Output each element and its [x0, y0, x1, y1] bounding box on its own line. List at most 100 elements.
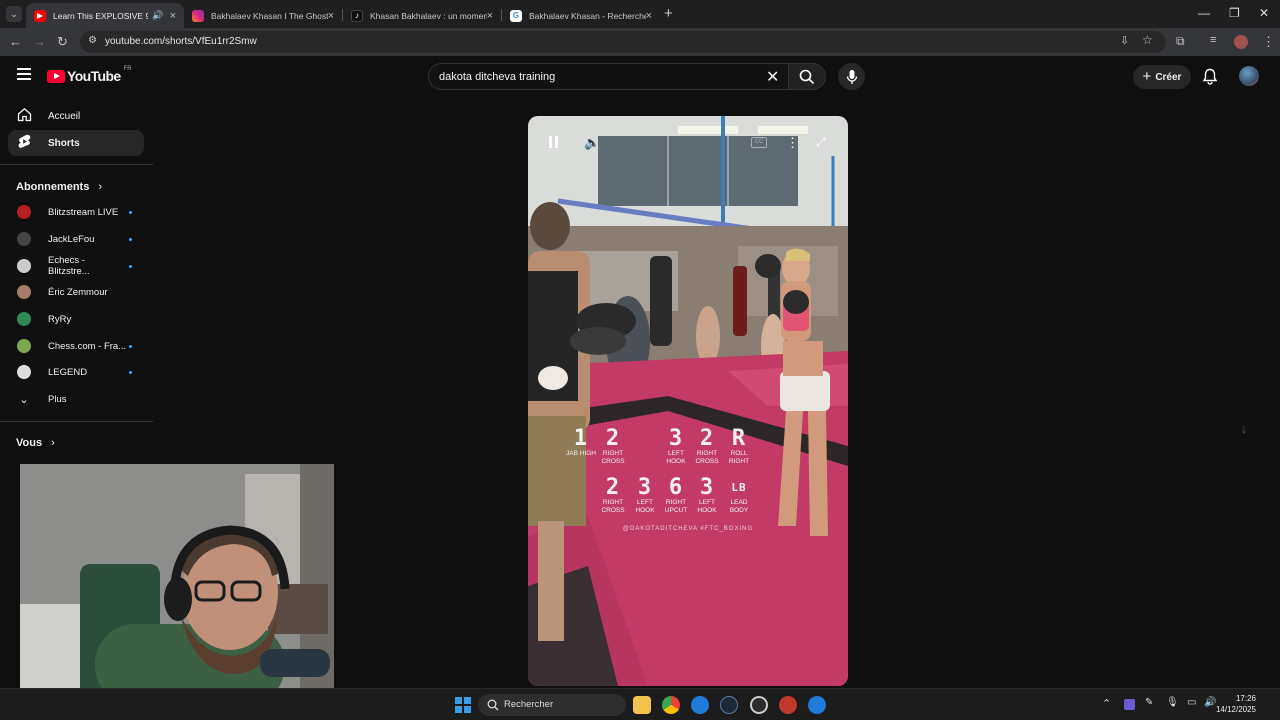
- sidebar-subscription-item[interactable]: Blitzstream LIVE: [8, 200, 144, 224]
- hamburger-menu-icon[interactable]: [17, 68, 31, 80]
- close-window-icon[interactable]: ✕: [1259, 6, 1269, 20]
- taskbar-search-label: Rechercher: [504, 699, 554, 710]
- sidebar-item-shorts[interactable]: Shorts: [8, 130, 144, 156]
- sidebar-more-button[interactable]: ⌄ Plus: [8, 387, 144, 411]
- media-controls-icon[interactable]: ≡: [1210, 34, 1216, 46]
- steam-icon[interactable]: [720, 696, 738, 714]
- new-content-dot: [129, 264, 132, 268]
- channel-name: Chess.com - Fra...: [48, 340, 127, 352]
- chrome-icon[interactable]: [662, 696, 680, 714]
- browser-tab-3[interactable]: G Bakhalaev Khasan - Recherche ×: [502, 3, 660, 28]
- combo-item: 2 Right Cross: [690, 428, 724, 465]
- browser-menu-icon[interactable]: ⋮: [1262, 34, 1275, 50]
- network-icon[interactable]: ▭: [1187, 697, 1196, 708]
- browser-tab-0[interactable]: ▶ Learn This EXPLOSIVE 9-Pu 🔊 ×: [26, 3, 184, 28]
- speaker-tray-icon[interactable]: 🔊: [1204, 697, 1216, 708]
- sidebar-subscription-item[interactable]: RyRy: [8, 307, 144, 331]
- account-avatar[interactable]: [1239, 66, 1259, 86]
- restore-icon[interactable]: ❐: [1229, 6, 1240, 20]
- back-arrow-icon[interactable]: ←: [9, 34, 22, 49]
- combo-item: 3 Left Hook: [628, 477, 662, 514]
- search-icon: [487, 699, 499, 711]
- create-button[interactable]: + Créer: [1133, 65, 1191, 89]
- more-options-icon[interactable]: ⋮: [786, 135, 799, 151]
- combo-label: Right Cross: [601, 450, 625, 465]
- tray-microphone-icon[interactable]: 🎙: [1166, 697, 1179, 708]
- youtube-logo[interactable]: YouTube FR: [47, 66, 132, 84]
- more-label: Plus: [48, 393, 67, 405]
- channel-avatar: [17, 285, 31, 299]
- close-tab-icon[interactable]: ×: [328, 10, 334, 22]
- clear-search-icon[interactable]: ✕: [766, 67, 779, 87]
- sidebar-subscription-item[interactable]: JackLeFou: [8, 227, 144, 251]
- you-header[interactable]: Vous ›: [16, 437, 55, 449]
- next-video-arrow-icon[interactable]: ↓: [1229, 420, 1259, 440]
- system-clock[interactable]: 17:26 14/12/2025: [1216, 693, 1256, 715]
- close-tab-icon[interactable]: ×: [170, 10, 176, 22]
- browser-tab-2[interactable]: ♪ Khasan Bakhalaev : un moment ×: [343, 3, 501, 28]
- you-title: Vous: [16, 437, 43, 449]
- sidebar-subscription-item[interactable]: LEGEND: [8, 360, 144, 384]
- speaker-icon[interactable]: 🔊: [152, 10, 163, 21]
- combo-label: Jab High: [566, 450, 596, 457]
- new-tab-button[interactable]: +: [664, 5, 673, 22]
- tab-search-button[interactable]: ⌄: [6, 6, 22, 22]
- pause-button[interactable]: [548, 136, 560, 150]
- forward-arrow-icon[interactable]: →: [33, 34, 46, 49]
- file-explorer-icon[interactable]: [633, 696, 651, 714]
- install-app-icon[interactable]: ⇩: [1120, 34, 1129, 47]
- reload-icon[interactable]: ↻: [57, 34, 68, 50]
- combo-label: Right Cross: [601, 499, 625, 514]
- start-windows-icon[interactable]: [455, 697, 471, 713]
- youtube-icon: ▶: [34, 9, 46, 22]
- combo-number: 6: [668, 475, 684, 500]
- streaming-app-icon[interactable]: [779, 696, 797, 714]
- tray-app-icon[interactable]: [1124, 699, 1135, 710]
- combo-label: Left Hook: [697, 499, 717, 514]
- sidebar-subscription-item[interactable]: Éric Zemmour: [8, 280, 144, 304]
- volume-icon[interactable]: 🔈: [584, 135, 600, 151]
- address-bar[interactable]: ⚙ youtube.com/shorts/VfEu1rr2Smw ⇩ ☆: [80, 31, 1166, 53]
- bookmark-star-icon[interactable]: ☆: [1142, 33, 1153, 47]
- chevron-right-icon: ›: [98, 181, 103, 193]
- browser-tab-1[interactable]: Bakhalaev Khasan I The Ghost ×: [184, 3, 342, 28]
- channel-avatar: [17, 312, 31, 326]
- subscriptions-header[interactable]: Abonnements ›: [16, 181, 102, 193]
- extensions-icon[interactable]: ⧉: [1176, 34, 1185, 49]
- combo-label: Left Hook: [666, 450, 686, 465]
- search-input[interactable]: dakota ditcheva training ✕: [428, 63, 788, 90]
- sidebar-subscription-item[interactable]: Echecs - Blitzstre...: [8, 254, 144, 278]
- sidebar-subscription-item[interactable]: Chess.com - Fra...: [8, 334, 144, 358]
- channel-avatar: [17, 232, 31, 246]
- edge-icon[interactable]: [691, 696, 709, 714]
- tray-chevron-up-icon[interactable]: ⌃: [1102, 697, 1111, 710]
- channel-name: RyRy: [48, 313, 72, 325]
- sidebar-item-label: Accueil: [48, 110, 81, 122]
- profile-avatar[interactable]: [1234, 35, 1248, 49]
- new-content-dot: [129, 210, 132, 214]
- close-tab-icon[interactable]: ×: [646, 10, 652, 22]
- gym-scene: [528, 116, 848, 686]
- minimize-icon[interactable]: —: [1198, 6, 1210, 20]
- obs-icon[interactable]: [750, 696, 768, 714]
- combo-number: 3: [699, 475, 715, 500]
- tab-title: Learn This EXPLOSIVE 9-Pu: [53, 10, 149, 21]
- fullscreen-icon[interactable]: ⤢: [816, 135, 826, 150]
- channel-name: Blitzstream LIVE: [48, 206, 119, 218]
- captions-icon[interactable]: CC: [751, 137, 767, 148]
- tray-pen-icon[interactable]: ✎: [1145, 697, 1153, 708]
- voice-search-button[interactable]: [838, 63, 865, 90]
- webcam-person-image: [20, 464, 334, 706]
- shorts-video-player[interactable]: 🔈 CC ⋮ ⤢ 1 Jab High 2 Right Cross 3 Left…: [528, 116, 848, 686]
- channel-avatar: [17, 339, 31, 353]
- notifications-bell-icon[interactable]: [1202, 68, 1218, 90]
- taskbar-search[interactable]: Rechercher: [478, 694, 626, 716]
- combo-number: 2: [605, 475, 621, 500]
- site-info-icon[interactable]: ⚙: [88, 35, 97, 46]
- edge-dev-icon[interactable]: [808, 696, 826, 714]
- close-tab-icon[interactable]: ×: [487, 10, 493, 22]
- sidebar-item-home[interactable]: Accueil: [8, 103, 144, 129]
- combo-number: R: [731, 426, 747, 451]
- channel-avatar: [17, 259, 31, 273]
- search-button[interactable]: [788, 63, 826, 90]
